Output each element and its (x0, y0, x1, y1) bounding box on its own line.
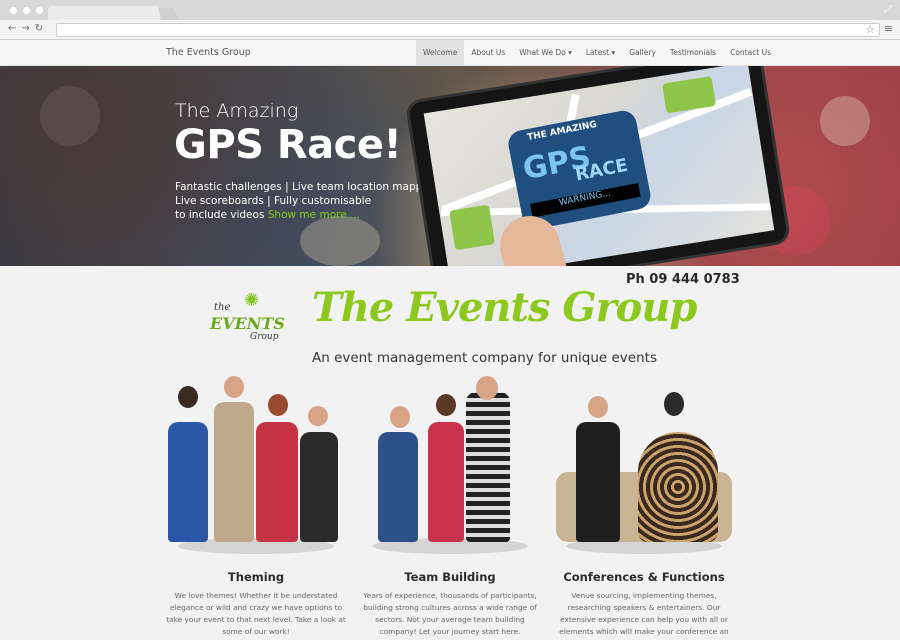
theming-photo[interactable] (158, 376, 354, 556)
gps-race-logo: THE AMAZING GPS RACE WARNING... (506, 108, 653, 232)
nav-item-about-us[interactable]: About Us (464, 40, 512, 66)
tagline: An event management company for unique e… (312, 350, 657, 366)
feature-text: Years of experience, thousands of partic… (363, 591, 537, 636)
bokeh-light (820, 96, 870, 146)
person-head (178, 386, 198, 408)
maximize-window-button[interactable] (36, 7, 43, 14)
reload-icon[interactable]: ↻ (35, 23, 43, 34)
bokeh-light (40, 86, 100, 146)
minimize-window-button[interactable] (23, 7, 30, 14)
person-head (390, 406, 410, 428)
firework-icon: ✺ (244, 290, 260, 311)
back-icon[interactable]: ← (8, 23, 16, 34)
browser-toolbar: ← → ↻ ☆ ≡ (0, 20, 900, 40)
person-head (268, 394, 288, 416)
browser-tab[interactable] (48, 6, 160, 20)
person-head (224, 376, 244, 398)
nav-item-welcome[interactable]: Welcome (416, 40, 465, 66)
hero-subtitle: The Amazing (175, 100, 299, 122)
feature-theming: Theming We love themes! Whether it be un… (158, 376, 354, 638)
nav-item-testimonials[interactable]: Testimonials (663, 40, 723, 66)
feature-team-building: Team Building Years of experience, thous… (352, 376, 548, 638)
feature-text: We love themes! Whether it be understate… (166, 591, 346, 636)
star-icon[interactable]: ☆ (865, 23, 875, 36)
logo-events: EVENTS (210, 314, 285, 333)
hero-title: GPS Race! (174, 122, 402, 168)
nav-item-what-we-do[interactable]: What We Do ▾ (512, 40, 579, 66)
feature-title: Team Building (404, 570, 496, 584)
team-building-photo[interactable] (352, 376, 548, 556)
person-figure (168, 422, 208, 542)
person-head (588, 396, 608, 418)
hero-line-with-link: to include videos Show me more ... (175, 208, 439, 222)
show-more-link[interactable]: Show me more ... (268, 209, 360, 221)
nav-item-latest[interactable]: Latest ▾ (579, 40, 622, 66)
person-figure (378, 432, 418, 542)
person-figure (428, 422, 464, 542)
nav-item-gallery[interactable]: Gallery (622, 40, 663, 66)
feature-title: Theming (227, 570, 285, 584)
feature-text: Venue sourcing, implementing themes, res… (559, 591, 729, 640)
hero-line: to include videos (175, 209, 265, 221)
person-figure (300, 432, 338, 542)
main-content: Ph 09 444 0783 ✺ the EVENTS Group The Ev… (0, 266, 900, 640)
person-head (664, 392, 684, 416)
logo-group: Group (250, 332, 279, 342)
events-group-logo: ✺ the EVENTS Group (210, 290, 302, 352)
hero-description: Fantastic challenges | Live team locatio… (175, 180, 439, 222)
nav-brand[interactable]: The Events Group (166, 47, 251, 58)
conferences-photo[interactable] (546, 376, 742, 556)
person-head (476, 376, 498, 400)
tablet-screen-map: THE AMAZING GPS RACE WARNING... (423, 66, 775, 266)
person-figure (256, 422, 298, 542)
person-head (436, 394, 456, 416)
nav-item-contact-us[interactable]: Contact Us (723, 40, 778, 66)
person-figure (576, 422, 620, 542)
close-window-button[interactable] (10, 7, 17, 14)
menu-icon[interactable]: ≡ (884, 22, 893, 35)
nav-menu: Welcome About Us What We Do ▾ Latest ▾ G… (416, 40, 778, 66)
site-navbar: The Events Group Welcome About Us What W… (0, 40, 900, 66)
person-figure (466, 392, 510, 542)
address-bar[interactable]: ☆ (56, 23, 880, 37)
hero-line: Live scoreboards | Fully customisable (175, 195, 372, 207)
feature-conferences: Conferences & Functions Venue sourcing, … (546, 376, 742, 640)
tablet-image: THE AMAZING GPS RACE WARNING... (404, 66, 792, 266)
hero-banner: The Amazing GPS Race! Fantastic challeng… (0, 66, 900, 266)
map-park (449, 204, 495, 251)
person-figure (638, 432, 718, 542)
hero-line: Fantastic challenges | Live team locatio… (175, 181, 439, 193)
logo-the: the (214, 302, 231, 313)
page-title: The Events Group (312, 284, 697, 331)
expand-icon[interactable]: ⤢ (884, 4, 892, 15)
person-head (308, 406, 328, 426)
person-figure (214, 402, 254, 542)
bokeh-light (300, 216, 380, 266)
window-controls (10, 7, 43, 14)
forward-icon[interactable]: → (21, 23, 29, 34)
new-tab-button[interactable] (157, 8, 179, 20)
feature-title: Conferences & Functions (563, 570, 725, 584)
